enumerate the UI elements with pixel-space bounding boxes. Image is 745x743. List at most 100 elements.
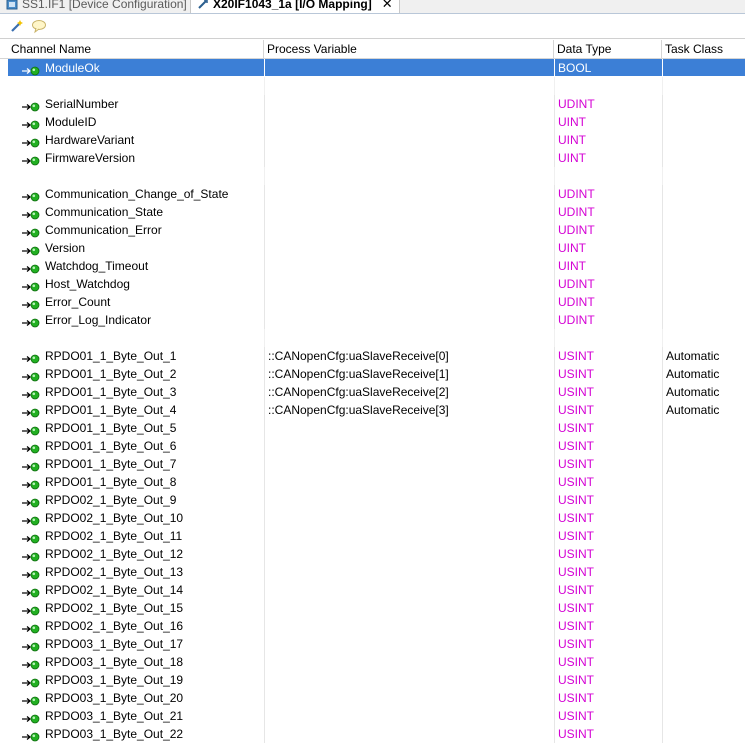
task-class-cell[interactable]: [662, 653, 745, 671]
table-row[interactable]: Communication_Change_of_State UDINT: [0, 185, 745, 203]
data-type-cell[interactable]: UDINT: [554, 311, 662, 329]
data-type-cell[interactable]: UINT: [554, 113, 662, 131]
process-variable-cell[interactable]: [264, 509, 554, 527]
process-variable-cell[interactable]: [264, 689, 554, 707]
channel-name-cell[interactable]: [22, 77, 264, 95]
data-type-cell[interactable]: USINT: [554, 365, 662, 383]
task-class-cell[interactable]: [662, 491, 745, 509]
channel-name-cell[interactable]: RPDO03_1_Byte_Out_20: [22, 689, 264, 707]
channel-name-cell[interactable]: RPDO02_1_Byte_Out_9: [22, 491, 264, 509]
process-variable-cell[interactable]: [264, 491, 554, 509]
task-class-cell[interactable]: [662, 149, 745, 167]
process-variable-cell[interactable]: ::CANopenCfg:uaSlaveReceive[2]: [264, 383, 554, 401]
task-class-cell[interactable]: [662, 725, 745, 743]
channel-name-cell[interactable]: RPDO01_1_Byte_Out_6: [22, 437, 264, 455]
data-type-cell[interactable]: USINT: [554, 383, 662, 401]
process-variable-cell[interactable]: [264, 725, 554, 743]
process-variable-cell[interactable]: [264, 635, 554, 653]
task-class-cell[interactable]: [662, 185, 745, 203]
data-type-cell[interactable]: USINT: [554, 419, 662, 437]
table-row[interactable]: RPDO02_1_Byte_Out_13 USINT: [0, 563, 745, 581]
table-row[interactable]: RPDO02_1_Byte_Out_15 USINT: [0, 599, 745, 617]
table-row[interactable]: RPDO02_1_Byte_Out_12 USINT: [0, 545, 745, 563]
channel-name-cell[interactable]: Version: [22, 239, 264, 257]
table-row[interactable]: Communication_State UDINT: [0, 203, 745, 221]
table-row[interactable]: RPDO02_1_Byte_Out_11 USINT: [0, 527, 745, 545]
process-variable-cell[interactable]: ::CANopenCfg:uaSlaveReceive[0]: [264, 347, 554, 365]
data-type-cell[interactable]: USINT: [554, 437, 662, 455]
process-variable-cell[interactable]: [264, 617, 554, 635]
process-variable-cell[interactable]: [264, 239, 554, 257]
channel-name-cell[interactable]: RPDO01_1_Byte_Out_4: [22, 401, 264, 419]
data-type-cell[interactable]: USINT: [554, 581, 662, 599]
table-row[interactable]: RPDO01_1_Byte_Out_4::CANopenCfg:uaSlaveR…: [0, 401, 745, 419]
table-row[interactable]: RPDO01_1_Byte_Out_5 USINT: [0, 419, 745, 437]
process-variable-cell[interactable]: [264, 221, 554, 239]
channel-name-cell[interactable]: RPDO03_1_Byte_Out_18: [22, 653, 264, 671]
task-class-cell[interactable]: [662, 131, 745, 149]
process-variable-cell[interactable]: [264, 581, 554, 599]
table-row[interactable]: Host_Watchdog UDINT: [0, 275, 745, 293]
data-type-cell[interactable]: UDINT: [554, 185, 662, 203]
channel-name-cell[interactable]: ModuleOk: [22, 59, 264, 77]
table-row[interactable]: Version UINT: [0, 239, 745, 257]
data-type-cell[interactable]: UINT: [554, 149, 662, 167]
table-row[interactable]: RPDO02_1_Byte_Out_14 USINT: [0, 581, 745, 599]
channel-name-cell[interactable]: Communication_Error: [22, 221, 264, 239]
data-type-cell[interactable]: USINT: [554, 545, 662, 563]
channel-name-cell[interactable]: [22, 167, 264, 185]
task-class-cell[interactable]: [662, 437, 745, 455]
data-type-cell[interactable]: USINT: [554, 653, 662, 671]
task-class-cell[interactable]: [662, 257, 745, 275]
channel-name-cell[interactable]: Error_Log_Indicator: [22, 311, 264, 329]
data-type-cell[interactable]: USINT: [554, 671, 662, 689]
table-row[interactable]: RPDO02_1_Byte_Out_10 USINT: [0, 509, 745, 527]
process-variable-cell[interactable]: [264, 113, 554, 131]
table-row[interactable]: RPDO01_1_Byte_Out_7 USINT: [0, 455, 745, 473]
channel-name-cell[interactable]: RPDO02_1_Byte_Out_14: [22, 581, 264, 599]
data-type-cell[interactable]: USINT: [554, 491, 662, 509]
task-class-cell[interactable]: [662, 113, 745, 131]
task-class-cell[interactable]: [662, 293, 745, 311]
task-class-cell[interactable]: [662, 707, 745, 725]
data-type-cell[interactable]: UDINT: [554, 221, 662, 239]
data-type-cell[interactable]: UINT: [554, 239, 662, 257]
data-type-cell[interactable]: USINT: [554, 347, 662, 365]
table-row[interactable]: Watchdog_Timeout UINT: [0, 257, 745, 275]
process-variable-cell[interactable]: [264, 671, 554, 689]
table-row[interactable]: FirmwareVersion UINT: [0, 149, 745, 167]
task-class-cell[interactable]: [662, 275, 745, 293]
channel-name-cell[interactable]: Error_Count: [22, 293, 264, 311]
process-variable-cell[interactable]: [264, 185, 554, 203]
channel-name-cell[interactable]: Watchdog_Timeout: [22, 257, 264, 275]
table-row[interactable]: RPDO01_1_Byte_Out_2::CANopenCfg:uaSlaveR…: [0, 365, 745, 383]
task-class-cell[interactable]: [662, 455, 745, 473]
table-row[interactable]: Error_Count UDINT: [0, 293, 745, 311]
data-type-cell[interactable]: UINT: [554, 131, 662, 149]
channel-name-cell[interactable]: Host_Watchdog: [22, 275, 264, 293]
channel-name-cell[interactable]: RPDO01_1_Byte_Out_3: [22, 383, 264, 401]
process-variable-cell[interactable]: [264, 527, 554, 545]
data-type-cell[interactable]: USINT: [554, 599, 662, 617]
comment-icon[interactable]: [30, 17, 48, 35]
task-class-cell[interactable]: [662, 239, 745, 257]
task-class-cell[interactable]: [662, 617, 745, 635]
tab-io-mapping[interactable]: X20IF1043_1a [I/O Mapping] ✕: [190, 0, 400, 13]
process-variable-cell[interactable]: [264, 131, 554, 149]
table-row[interactable]: RPDO01_1_Byte_Out_3::CANopenCfg:uaSlaveR…: [0, 383, 745, 401]
channel-name-cell[interactable]: ModuleID: [22, 113, 264, 131]
task-class-cell[interactable]: [662, 581, 745, 599]
task-class-cell[interactable]: [662, 419, 745, 437]
table-row[interactable]: Error_Log_Indicator UDINT: [0, 311, 745, 329]
table-row[interactable]: RPDO01_1_Byte_Out_1::CANopenCfg:uaSlaveR…: [0, 347, 745, 365]
task-class-cell[interactable]: Automatic: [662, 347, 745, 365]
task-class-cell[interactable]: [662, 95, 745, 113]
table-row[interactable]: RPDO03_1_Byte_Out_22 USINT: [0, 725, 745, 743]
table-row[interactable]: RPDO03_1_Byte_Out_19 USINT: [0, 671, 745, 689]
column-header-data-type[interactable]: Data Type: [554, 40, 662, 58]
task-class-cell[interactable]: [662, 545, 745, 563]
task-class-cell[interactable]: [662, 527, 745, 545]
data-type-cell[interactable]: USINT: [554, 527, 662, 545]
data-type-cell[interactable]: USINT: [554, 455, 662, 473]
close-icon[interactable]: ✕: [382, 0, 393, 12]
